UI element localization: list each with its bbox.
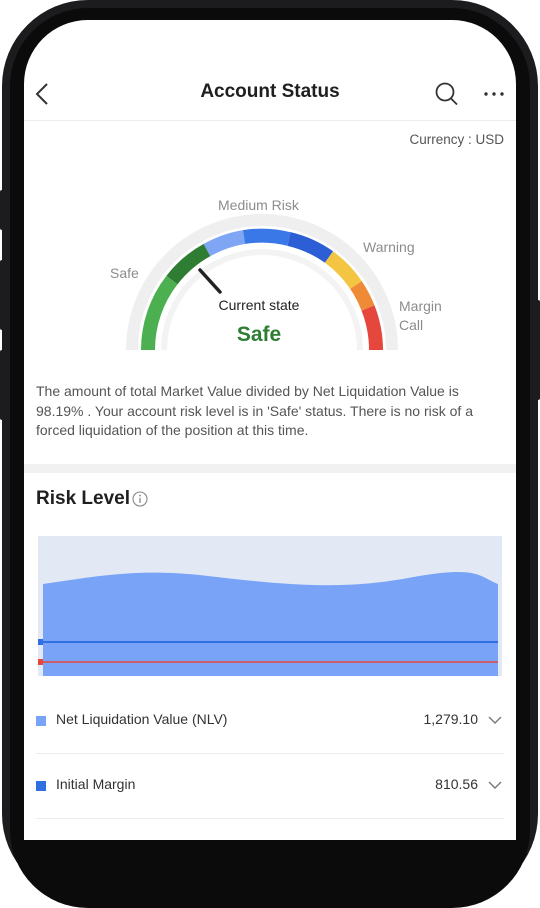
chevron-down-icon[interactable] [488, 714, 502, 726]
nlv-area [43, 572, 498, 676]
side-button [0, 260, 4, 330]
nlv-swatch [36, 716, 46, 726]
app-screen: Account Status Currency : USD Safe Mediu… [24, 20, 516, 840]
risk-level-title: Risk Level [36, 488, 130, 509]
search-icon[interactable] [434, 80, 460, 108]
initial-margin-swatch [36, 781, 46, 791]
gauge-label-medium-risk: Medium Risk [218, 197, 299, 213]
gauge-segment-medium-light [203, 230, 246, 257]
current-state-caption: Current state [218, 297, 300, 313]
top-nav-bar: Account Status [24, 20, 516, 121]
legend-value: 810.56 [435, 776, 478, 792]
legend-value: 1,279.10 [423, 711, 479, 727]
legend-label: Net Liquidation Value (NLV) [56, 711, 228, 727]
row-divider [36, 753, 504, 754]
info-icon[interactable] [132, 491, 148, 507]
legend-row-initial-margin[interactable]: Initial Margin 810.56 [36, 773, 504, 803]
risk-description: The amount of total Market Value divided… [36, 383, 473, 438]
gauge-label-warning: Warning [363, 239, 415, 255]
side-button [0, 350, 4, 420]
side-button [536, 300, 540, 400]
gauge-needle [198, 268, 222, 294]
row-divider [36, 818, 504, 819]
initial-margin-marker [38, 639, 43, 645]
maintenance-marker [38, 659, 43, 665]
gauge-segment-medium [242, 228, 291, 246]
more-icon[interactable] [482, 80, 506, 108]
chevron-down-icon[interactable] [488, 779, 502, 791]
legend-row-nlv[interactable]: Net Liquidation Value (NLV) 1,279.10 [36, 708, 504, 738]
current-state-value: Safe [236, 323, 282, 346]
side-button [0, 190, 4, 230]
gauge-label-safe: Safe [110, 265, 139, 281]
legend-label: Initial Margin [56, 776, 136, 792]
phone-frame: Account Status Currency : USD Safe Mediu… [0, 0, 540, 908]
section-divider [24, 464, 516, 473]
currency-label: Currency : USD [409, 132, 504, 147]
risk-level-chart [38, 536, 502, 676]
